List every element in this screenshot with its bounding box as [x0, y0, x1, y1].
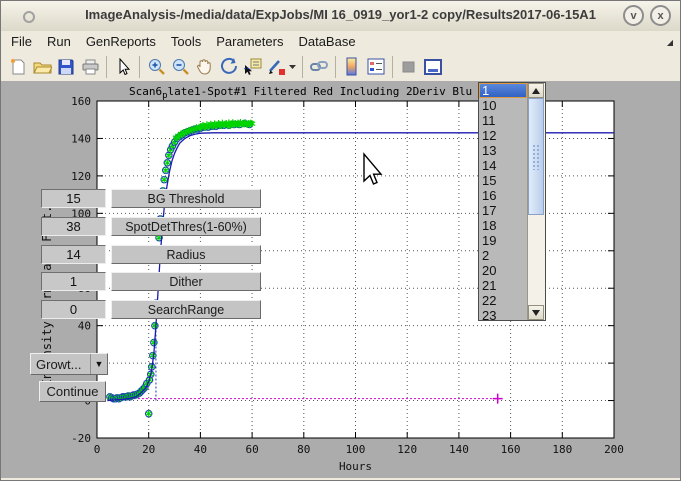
menu-bar: File Run GenReports Tools Parameters Dat…	[1, 31, 680, 52]
open-folder-icon[interactable]	[31, 56, 53, 78]
toolbar-separator	[139, 56, 140, 78]
listbox-item[interactable]: 20	[479, 263, 527, 278]
listbox-item[interactable]: 16	[479, 188, 527, 203]
spot-listbox[interactable]: 110111213141516171819220212223	[478, 82, 546, 321]
menu-file[interactable]: File	[11, 34, 32, 49]
scroll-down-icon[interactable]	[528, 305, 544, 320]
colorbar-icon[interactable]	[341, 56, 363, 78]
menu-tools[interactable]: Tools	[171, 34, 201, 49]
data-cursor-icon[interactable]	[241, 56, 263, 78]
zoom-in-icon[interactable]	[145, 56, 167, 78]
toolbar-separator	[392, 56, 393, 78]
close-button[interactable]: x	[650, 5, 671, 26]
print-icon[interactable]	[79, 56, 101, 78]
listbox-item[interactable]: 10	[479, 98, 527, 113]
toolbar-separator	[302, 56, 303, 78]
listbox-item[interactable]: 19	[479, 233, 527, 248]
menu-parameters[interactable]: Parameters	[216, 34, 283, 49]
spot-listbox-items[interactable]: 110111213141516171819220212223	[479, 83, 527, 320]
radius-button[interactable]: Radius	[111, 245, 261, 264]
menu-database[interactable]: DataBase	[298, 34, 355, 49]
shade-button[interactable]: v	[623, 5, 644, 26]
hide-plot-tools-icon[interactable]	[398, 56, 420, 78]
listbox-item[interactable]: 11	[479, 113, 527, 128]
spotdetthres-button[interactable]: SpotDetThres(1-60%)	[111, 217, 261, 236]
new-file-icon[interactable]	[7, 56, 29, 78]
listbox-item[interactable]: 13	[479, 143, 527, 158]
listbox-item[interactable]: 14	[479, 158, 527, 173]
growth-popup-label: Growt...	[31, 357, 90, 372]
listbox-item[interactable]: 12	[479, 128, 527, 143]
growth-popup-menu[interactable]: Growt... ▼	[30, 353, 108, 375]
figure-toolbar	[1, 52, 680, 82]
save-icon[interactable]	[55, 56, 77, 78]
listbox-item[interactable]: 22	[479, 293, 527, 308]
zoom-out-icon[interactable]	[169, 56, 191, 78]
rotate-3d-icon[interactable]	[217, 56, 239, 78]
link-plots-icon[interactable]	[308, 56, 330, 78]
searchrange-input[interactable]	[41, 300, 106, 319]
listbox-item[interactable]: 17	[479, 203, 527, 218]
spotdetthres-input[interactable]	[41, 217, 106, 236]
dock-figure-icon[interactable]	[422, 56, 444, 78]
dither-button[interactable]: Dither	[111, 272, 261, 291]
app-window: ImageAnalysis-/media/data/ExpJobs/MI 16_…	[0, 0, 681, 481]
listbox-item[interactable]: 18	[479, 218, 527, 233]
title-bar: ImageAnalysis-/media/data/ExpJobs/MI 16_…	[1, 1, 680, 32]
menu-overflow-arrow[interactable]: ◢	[667, 38, 673, 47]
listbox-item[interactable]: 1	[479, 83, 527, 98]
radius-input[interactable]	[41, 245, 106, 264]
searchrange-button[interactable]: SearchRange	[111, 300, 261, 319]
menu-genreports[interactable]: GenReports	[86, 34, 156, 49]
menu-run[interactable]: Run	[47, 34, 71, 49]
listbox-item[interactable]: 23	[479, 308, 527, 320]
listbox-item[interactable]: 2	[479, 248, 527, 263]
window-title: ImageAnalysis-/media/data/ExpJobs/MI 16_…	[1, 7, 680, 22]
brush-dropdown-icon[interactable]	[288, 56, 298, 78]
pointer-icon[interactable]	[112, 56, 134, 78]
listbox-item[interactable]: 21	[479, 278, 527, 293]
listbox-item[interactable]: 15	[479, 173, 527, 188]
scroll-up-icon[interactable]	[528, 83, 544, 98]
toolbar-separator	[106, 56, 107, 78]
continue-button[interactable]: Continue	[39, 381, 106, 402]
dither-input[interactable]	[41, 272, 106, 291]
legend-icon[interactable]	[365, 56, 387, 78]
bg-threshold-input[interactable]	[41, 189, 106, 208]
scrollbar-thumb[interactable]	[528, 98, 544, 215]
bg-threshold-button[interactable]: BG Threshold	[111, 189, 261, 208]
pan-hand-icon[interactable]	[193, 56, 215, 78]
brush-icon[interactable]	[265, 56, 287, 78]
popup-arrow-icon: ▼	[90, 354, 107, 374]
toolbar-separator	[335, 56, 336, 78]
listbox-scrollbar[interactable]	[527, 83, 545, 320]
